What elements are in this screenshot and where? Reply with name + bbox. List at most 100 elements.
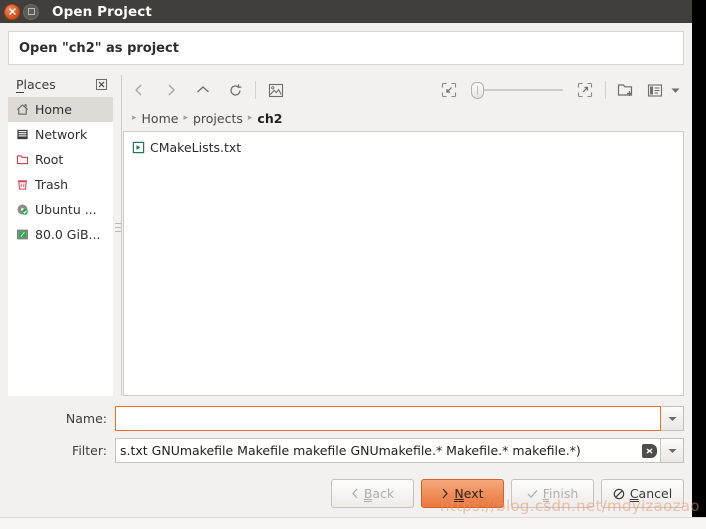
filter-label: Filter: xyxy=(72,443,107,458)
back-rest: ack xyxy=(372,486,395,501)
places-title-rest: laces xyxy=(23,77,56,92)
reload-icon[interactable] xyxy=(219,77,251,103)
places-header: Places xyxy=(8,75,113,97)
breadcrumb-item-ch2[interactable]: ch2 xyxy=(257,111,282,126)
list-item[interactable]: CMakeLists.txt xyxy=(124,136,683,158)
cancel-button-label: Cancel xyxy=(629,486,673,502)
dialog-heading: Open "ch2" as project xyxy=(8,31,684,65)
remove-place-icon[interactable] xyxy=(96,79,107,90)
maximize-icon[interactable] xyxy=(23,3,39,20)
browser-toolbar xyxy=(123,75,684,105)
dialog-body: Places Home Network Root Trash Ubuntu ..… xyxy=(0,65,692,517)
name-combo xyxy=(115,406,684,431)
background-window-strip xyxy=(0,517,706,529)
breadcrumb-item-projects[interactable]: projects xyxy=(193,111,243,126)
chevron-right-icon xyxy=(441,488,449,499)
image-preview-icon[interactable] xyxy=(260,77,292,103)
places-title: Places xyxy=(16,77,56,93)
clear-icon[interactable] xyxy=(642,443,657,458)
open-project-dialog: Open Project Open "ch2" as project Place… xyxy=(0,0,692,517)
zoom-slider[interactable] xyxy=(471,80,563,100)
list-item-label: CMakeLists.txt xyxy=(150,139,242,155)
breadcrumb-separator: ▸ xyxy=(247,113,253,123)
finish-button[interactable]: Finish xyxy=(511,479,594,508)
file-list[interactable]: CMakeLists.txt xyxy=(123,131,684,396)
check-icon xyxy=(527,489,538,499)
chevron-down-icon[interactable] xyxy=(668,77,682,103)
cancel-icon xyxy=(613,488,625,500)
disc-icon xyxy=(16,203,33,216)
finish-button-label: Finish xyxy=(542,486,579,502)
sidebar-resize-handle[interactable] xyxy=(113,75,123,396)
text-file-icon xyxy=(132,141,150,154)
list-view-icon[interactable] xyxy=(642,77,668,103)
name-label: Name: xyxy=(65,411,107,426)
sidebar-item-network[interactable]: Network xyxy=(8,122,113,147)
places-list: Home Network Root Trash Ubuntu ... 80.0 … xyxy=(8,97,113,396)
zoom-in-icon[interactable] xyxy=(569,77,601,103)
file-chooser: Places Home Network Root Trash Ubuntu ..… xyxy=(0,65,692,396)
network-icon xyxy=(16,128,33,141)
toolbar-right-group xyxy=(433,77,684,103)
cancel-button[interactable]: Cancel xyxy=(601,479,684,508)
sidebar-item-label: Trash xyxy=(35,177,69,192)
zoom-slider-track xyxy=(479,89,563,91)
sidebar-item-drive[interactable]: 80.0 GiB... xyxy=(8,222,113,247)
home-icon xyxy=(16,103,33,116)
cancel-rest: ancel xyxy=(638,486,673,501)
close-icon[interactable] xyxy=(4,3,20,20)
next-button[interactable]: Next xyxy=(421,479,504,508)
sidebar-item-home[interactable]: Home xyxy=(8,97,113,122)
window-title: Open Project xyxy=(52,3,152,20)
sidebar-item-ubuntu[interactable]: Ubuntu ... xyxy=(8,197,113,222)
toolbar-separator xyxy=(605,81,606,99)
breadcrumb-separator: ▸ xyxy=(132,113,137,123)
breadcrumb-separator: ▸ xyxy=(183,113,188,123)
grip-line xyxy=(121,75,122,396)
file-browser-pane: ▸ Home ▸ projects ▸ ch2 CMakeLists.txt xyxy=(123,75,684,396)
trash-icon xyxy=(16,178,33,191)
cancel-mnemonic: C xyxy=(629,486,639,502)
banner-container: Open "ch2" as project xyxy=(0,23,692,65)
next-mnemonic: N xyxy=(454,486,464,502)
sidebar-item-label: Network xyxy=(35,127,88,142)
name-dropdown-button[interactable] xyxy=(661,406,684,431)
sidebar-item-root[interactable]: Root xyxy=(8,147,113,172)
zoom-slider-handle[interactable] xyxy=(471,82,484,99)
new-folder-icon[interactable] xyxy=(610,77,642,103)
filter-row: Filter: s.txt GNUmakefile Makefile makef… xyxy=(8,438,684,463)
zoom-out-icon[interactable] xyxy=(433,77,465,103)
folder-root-icon xyxy=(16,153,33,166)
places-sidebar: Places Home Network Root Trash Ubuntu ..… xyxy=(8,75,113,396)
back-button[interactable]: Back xyxy=(331,479,414,508)
window-shadow-right xyxy=(692,0,696,517)
chevron-left-icon xyxy=(351,488,359,499)
sidebar-item-trash[interactable]: Trash xyxy=(8,172,113,197)
sidebar-item-label: Ubuntu ... xyxy=(35,202,97,217)
chevron-left-icon[interactable] xyxy=(123,77,155,103)
filter-input-value: s.txt GNUmakefile Makefile makefile GNUm… xyxy=(120,443,581,458)
sidebar-item-label: 80.0 GiB... xyxy=(35,227,101,242)
toolbar-separator xyxy=(255,81,256,99)
back-button-label: Back xyxy=(363,486,395,502)
breadcrumb-item-home[interactable]: Home xyxy=(142,111,179,126)
filter-input[interactable]: s.txt GNUmakefile Makefile makefile GNUm… xyxy=(115,438,661,463)
title-bar: Open Project xyxy=(0,0,692,23)
sidebar-item-label: Home xyxy=(35,102,72,117)
form-area: Name: Filter: s.txt GNUmakefile Makefile… xyxy=(0,396,692,476)
chevron-up-icon[interactable] xyxy=(187,77,219,103)
breadcrumb: ▸ Home ▸ projects ▸ ch2 xyxy=(123,105,684,131)
filter-dropdown-button[interactable] xyxy=(661,438,684,463)
places-title-mnemonic: P xyxy=(16,77,24,93)
drive-icon xyxy=(16,228,33,241)
toolbar-left-group xyxy=(123,77,292,103)
finish-rest: inish xyxy=(548,486,579,501)
name-input[interactable] xyxy=(115,406,661,431)
dialog-actions: Back Next Finish Cancel xyxy=(0,476,692,517)
next-button-label: Next xyxy=(454,486,484,502)
screenshot-root: Open Project Open "ch2" as project Place… xyxy=(0,0,706,529)
sidebar-item-label: Root xyxy=(35,152,64,167)
filter-combo: s.txt GNUmakefile Makefile makefile GNUm… xyxy=(115,438,684,463)
name-row: Name: xyxy=(8,406,684,431)
chevron-right-icon[interactable] xyxy=(155,77,187,103)
